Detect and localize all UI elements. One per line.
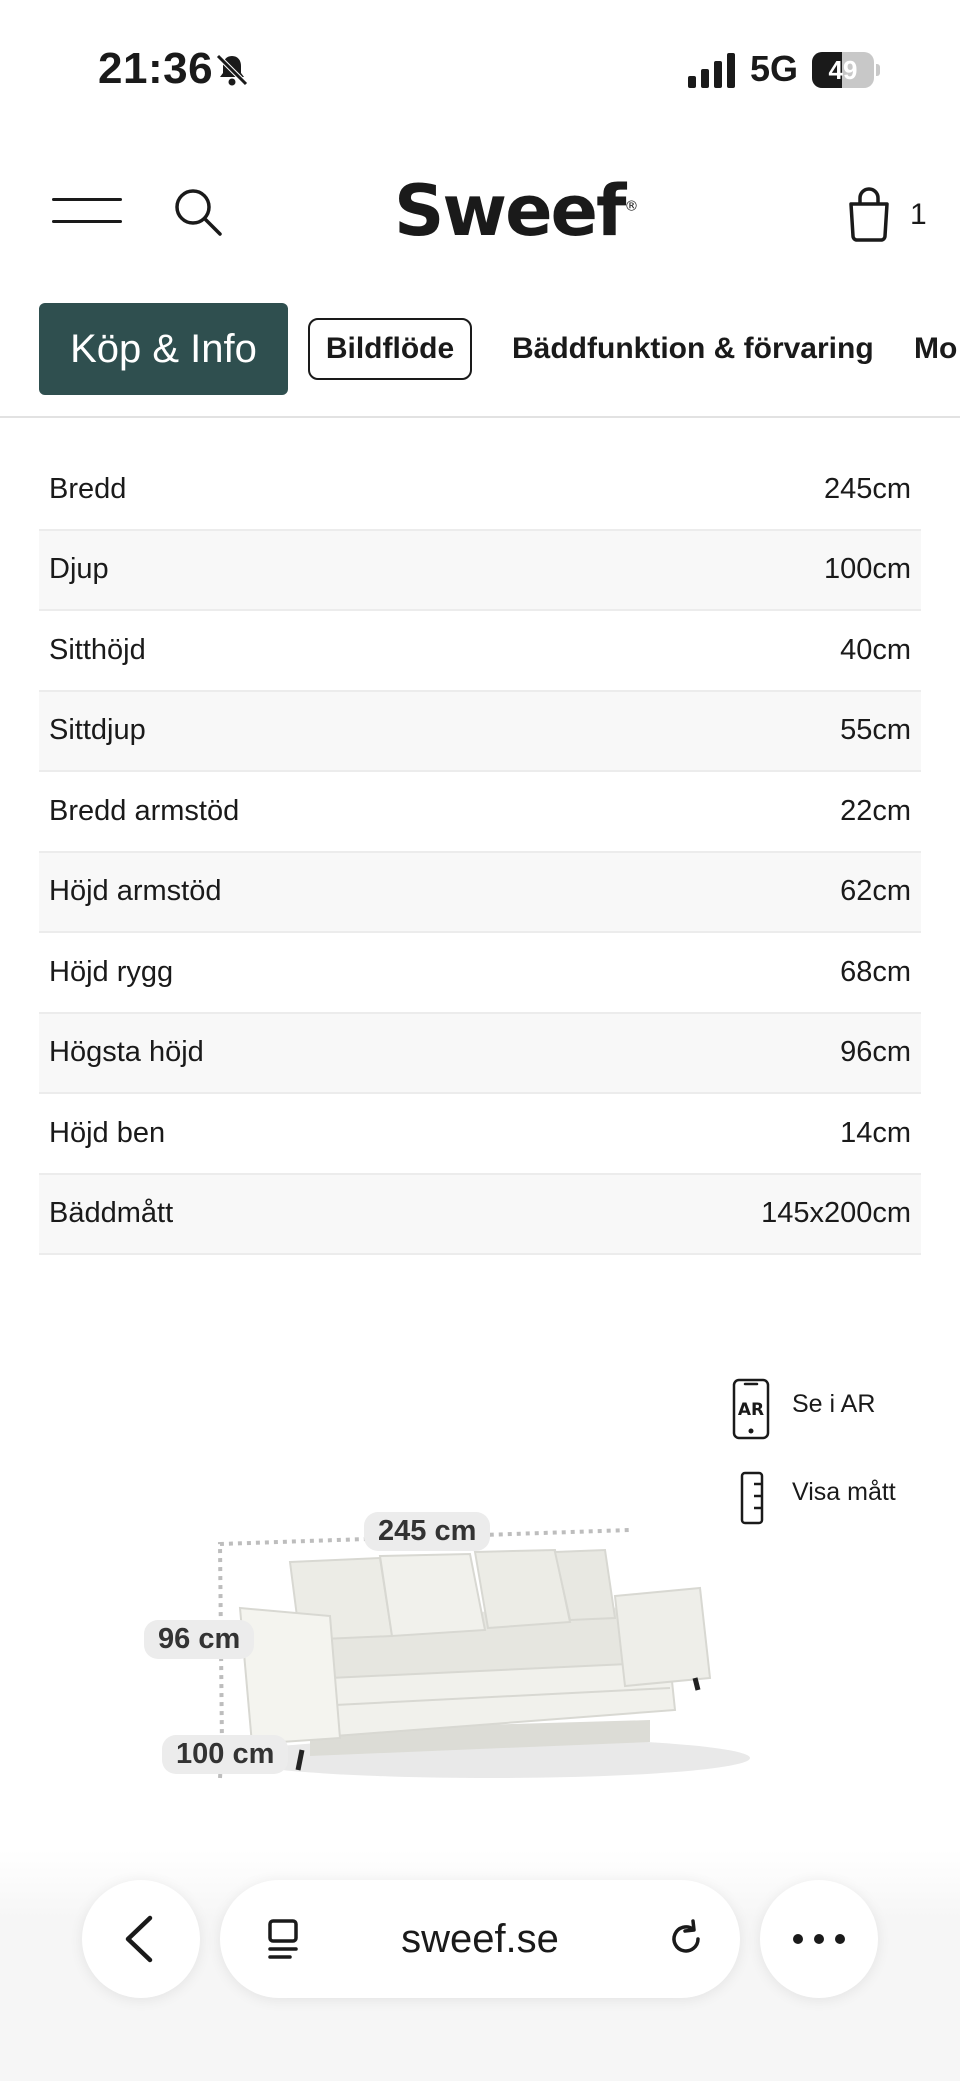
depth-badge: 100 cm bbox=[162, 1735, 289, 1774]
tab-more[interactable]: Mo bbox=[914, 303, 957, 395]
table-row: Höjd rygg 68cm bbox=[39, 933, 921, 1014]
tab-kop-info[interactable]: Köp & Info bbox=[39, 303, 288, 395]
spec-value: 14cm bbox=[840, 1116, 911, 1149]
network-type: 5G bbox=[750, 48, 799, 89]
table-row: Bäddmått 145x200cm bbox=[39, 1174, 921, 1255]
show-dimensions-label: Visa mått bbox=[792, 1478, 896, 1506]
spec-value: 40cm bbox=[840, 633, 911, 666]
signal-icon bbox=[688, 53, 735, 88]
table-row: Sitthöjd 40cm bbox=[39, 611, 921, 692]
more-icon bbox=[793, 1934, 845, 1944]
specs-table: Bredd 245cm Djup 100cm Sitthöjd 40cm Sittdj… bbox=[39, 450, 921, 1255]
spec-label: Sitthöjd bbox=[49, 633, 146, 666]
ar-icon-text: AR bbox=[738, 1400, 764, 1420]
spec-value: 145x200cm bbox=[761, 1197, 911, 1230]
site-header: Sweef® 1 bbox=[0, 160, 960, 270]
cart-button[interactable]: 1 bbox=[846, 186, 930, 242]
bell-muted-icon bbox=[216, 54, 248, 86]
logo-mark: ® bbox=[624, 198, 639, 215]
spec-label: Bäddmått bbox=[49, 1197, 174, 1230]
battery-level: 49 bbox=[828, 55, 858, 85]
table-row: Bredd armstöd 22cm bbox=[39, 772, 921, 853]
back-button[interactable] bbox=[82, 1880, 200, 1998]
tab-baddfunktion[interactable]: Bäddfunktion & förvaring bbox=[512, 303, 874, 395]
logo-text: Sweef bbox=[394, 170, 626, 252]
spec-label: Bredd bbox=[49, 472, 127, 505]
see-in-ar-button[interactable]: AR Se i AR bbox=[732, 1378, 932, 1442]
spec-label: Bredd armstöd bbox=[49, 794, 240, 827]
product-tabs: Köp & Info Bildflöde Bäddfunktion & förv… bbox=[0, 300, 960, 418]
chevron-left-icon bbox=[125, 1915, 153, 1963]
spec-value: 100cm bbox=[823, 553, 911, 586]
spec-value: 245cm bbox=[823, 472, 911, 505]
spec-label: Höjd rygg bbox=[49, 955, 174, 988]
spec-value: 68cm bbox=[840, 955, 911, 988]
height-badge: 96 cm bbox=[144, 1620, 255, 1659]
status-time: 21:36 bbox=[98, 44, 214, 93]
shopping-bag-icon bbox=[849, 187, 889, 242]
table-row: Djup 100cm bbox=[39, 530, 921, 611]
address-bar[interactable]: sweef.se bbox=[220, 1880, 740, 1998]
logo[interactable]: Sweef® bbox=[394, 170, 639, 252]
browser-toolbar: sweef.se bbox=[0, 1850, 960, 2081]
show-dimensions-button[interactable]: Visa mått bbox=[732, 1470, 932, 1526]
reload-icon[interactable] bbox=[656, 1909, 716, 1969]
table-row: Höjd ben 14cm bbox=[39, 1094, 921, 1175]
table-row: Höjd armstöd 62cm bbox=[39, 852, 921, 933]
spec-label: Sittdjup bbox=[49, 714, 146, 747]
status-bar: 21:36 5G 49 bbox=[0, 0, 960, 140]
spec-label: Höjd ben bbox=[49, 1116, 166, 1149]
menu-icon[interactable] bbox=[52, 196, 122, 226]
battery-icon: 49 bbox=[812, 52, 880, 88]
spec-value: 22cm bbox=[840, 794, 911, 827]
more-button[interactable] bbox=[760, 1880, 878, 1998]
table-row: Sittdjup 55cm bbox=[39, 691, 921, 772]
ar-phone-icon: AR bbox=[732, 1378, 770, 1440]
table-row: Bredd 245cm bbox=[39, 450, 921, 531]
width-badge: 245 cm bbox=[364, 1512, 491, 1551]
spec-value: 62cm bbox=[840, 875, 911, 908]
spec-value: 55cm bbox=[840, 714, 911, 747]
spec-label: Höjd armstöd bbox=[49, 875, 222, 908]
spec-value: 96cm bbox=[840, 1036, 911, 1069]
product-3d-viewer[interactable]: 245 cm 96 cm 100 cm bbox=[130, 1500, 750, 1800]
see-in-ar-label: Se i AR bbox=[792, 1390, 876, 1418]
spec-label: Högsta höjd bbox=[49, 1036, 204, 1069]
tab-bildflode[interactable]: Bildflöde bbox=[308, 318, 472, 380]
table-row: Högsta höjd 96cm bbox=[39, 1013, 921, 1094]
cart-count: 1 bbox=[910, 198, 927, 231]
search-icon[interactable] bbox=[172, 186, 224, 238]
spec-label: Djup bbox=[49, 553, 109, 586]
